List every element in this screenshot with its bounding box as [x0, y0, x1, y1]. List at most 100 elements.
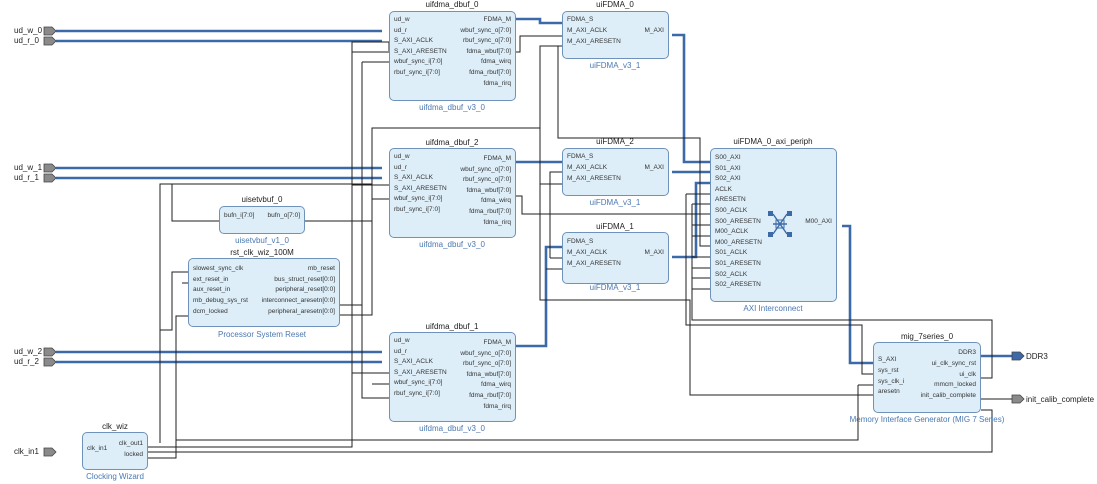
pin-out[interactable]: rbuf_sync_o[7:0]	[463, 37, 511, 45]
pin-in[interactable]: M_AXI_ACLK	[567, 164, 607, 172]
port-init-calib-complete[interactable]: init_calib_complete	[1026, 395, 1094, 405]
port-ud-r-1[interactable]: ud_r_1	[14, 173, 39, 183]
pin-in[interactable]: S00_ACLK	[715, 207, 747, 215]
pin-in[interactable]: slowest_sync_clk	[193, 265, 243, 273]
pin-out[interactable]: FDMA_M	[484, 16, 511, 24]
pin-in[interactable]: M00_ACLK	[715, 228, 748, 236]
pin-in[interactable]: bufn_i[7:0]	[224, 212, 254, 220]
pin-out[interactable]: fdma_wirq	[481, 381, 511, 389]
pin-out[interactable]: wbuf_sync_o[7:0]	[460, 166, 511, 174]
pin-out[interactable]: init_calib_complete	[921, 392, 976, 400]
pin-out[interactable]: ui_clk_sync_rst	[932, 360, 976, 368]
block-fdma1[interactable]: FDMA_S M_AXI_ACLK M_AXI_ARESETN M_AXI	[562, 232, 669, 284]
pin-out[interactable]: fdma_wbuf[7:0]	[467, 48, 511, 56]
pin-in[interactable]: FDMA_S	[567, 238, 593, 246]
pin-in[interactable]: S_AXI_ACLK	[394, 358, 433, 366]
pin-in[interactable]: ud_r	[394, 27, 407, 35]
pin-in[interactable]: S_AXI_ARESETN	[394, 48, 447, 56]
pin-out[interactable]: mmcm_locked	[934, 381, 976, 389]
block-mig[interactable]: S_AXI sys_rst sys_clk_iaresetn DDR3 ui_clk_s…	[873, 342, 981, 413]
pin-in[interactable]: M_AXI_ARESETN	[567, 38, 621, 46]
pin-in[interactable]: aux_reset_in	[193, 286, 230, 294]
pin-in[interactable]: rbuf_sync_i[7:0]	[394, 390, 440, 398]
pin-in[interactable]: clk_in1	[87, 445, 107, 453]
port-ud-w-0[interactable]: ud_w_0	[14, 26, 42, 36]
pin-in[interactable]: S01_ACLK	[715, 249, 747, 257]
pin-out[interactable]: wbuf_sync_o[7:0]	[460, 350, 511, 358]
port-clk-in1[interactable]: clk_in1	[14, 447, 39, 457]
pin-in[interactable]: ud_w	[394, 16, 410, 24]
pin-out[interactable]: rbuf_sync_o[7:0]	[463, 176, 511, 184]
block-dbuf1[interactable]: ud_w ud_r S_AXI_ACLK S_AXI_ARESETN wbuf_sync…	[389, 332, 516, 422]
pin-in[interactable]: M_AXI_ACLK	[567, 249, 607, 257]
pin-in[interactable]: ARESETN	[715, 196, 746, 204]
pin-out[interactable]: rbuf_sync_o[7:0]	[463, 360, 511, 368]
pin-in[interactable]: dcm_locked	[193, 308, 228, 316]
pin-out[interactable]: fdma_rbuf[7:0]	[469, 69, 511, 77]
pin-in[interactable]: S02_AXI	[715, 175, 741, 183]
pin-out[interactable]: fdma_rbuf[7:0]	[469, 392, 511, 400]
pin-out[interactable]: FDMA_M	[484, 155, 511, 163]
pin-in[interactable]: sys_clk_i	[878, 378, 904, 386]
port-ddr3[interactable]: DDR3	[1026, 352, 1048, 362]
pin-out[interactable]: fdma_rirq	[484, 80, 511, 88]
pin-out[interactable]: M_AXI	[644, 249, 664, 257]
pin-out[interactable]: DDR3	[958, 349, 976, 357]
pin-out[interactable]: M00_AXI	[805, 218, 832, 226]
pin-in[interactable]: wbuf_sync_i[7:0]	[394, 379, 442, 387]
pin-out[interactable]: peripheral_reset[0:0]	[275, 286, 335, 294]
pin-in[interactable]: wbuf_sync_i[7:0]	[394, 195, 442, 203]
pin-out[interactable]: fdma_wbuf[7:0]	[467, 371, 511, 379]
pin-in[interactable]: sys_rst	[878, 367, 899, 375]
pin-in[interactable]: S02_ACLK	[715, 271, 747, 279]
pin-in[interactable]: ACLK	[715, 186, 732, 194]
pin-in[interactable]: S01_AXI	[715, 165, 741, 173]
pin-in[interactable]: aresetn	[878, 388, 900, 396]
pin-in[interactable]: ud_r	[394, 348, 407, 356]
pin-in[interactable]: wbuf_sync_i[7:0]	[394, 58, 442, 66]
pin-in[interactable]: M00_ARESETN	[715, 239, 762, 247]
pin-out[interactable]: clk_out1	[119, 440, 143, 448]
pin-in[interactable]: S02_ARESETN	[715, 281, 761, 289]
pin-out[interactable]: M_AXI	[644, 164, 664, 172]
port-ud-r-2[interactable]: ud_r_2	[14, 357, 39, 367]
port-ud-r-0[interactable]: ud_r_0	[14, 36, 39, 46]
pin-out[interactable]: FDMA_M	[484, 339, 511, 347]
pin-out[interactable]: mb_reset	[308, 265, 335, 273]
pin-in[interactable]: ud_w	[394, 153, 410, 161]
pin-in[interactable]: S01_ARESETN	[715, 260, 761, 268]
pin-in[interactable]: FDMA_S	[567, 153, 593, 161]
pin-in[interactable]: ext_reset_in	[193, 276, 228, 284]
pin-in[interactable]: S00_ARESETN	[715, 218, 761, 226]
pin-in[interactable]: S_AXI_ACLK	[394, 174, 433, 182]
pin-out[interactable]: bus_struct_reset[0:0]	[274, 276, 335, 284]
pin-in[interactable]: ud_w	[394, 337, 410, 345]
pin-in[interactable]: rbuf_sync_i[7:0]	[394, 69, 440, 77]
pin-in[interactable]: M_AXI_ACLK	[567, 27, 607, 35]
pin-out[interactable]: peripheral_aresetn[0:0]	[268, 308, 335, 316]
pin-out[interactable]: fdma_rirq	[484, 403, 511, 411]
pin-out[interactable]: wbuf_sync_o[7:0]	[460, 27, 511, 35]
block-dbuf2[interactable]: ud_w ud_r S_AXI_ACLK S_AXI_ARESETN wbuf_sync…	[389, 148, 516, 238]
block-fdma2[interactable]: FDMA_S M_AXI_ACLK M_AXI_ARESETN M_AXI	[562, 148, 669, 196]
port-ud-w-1[interactable]: ud_w_1	[14, 163, 42, 173]
block-setvbuf[interactable]: bufn_i[7:0] bufn_o[7:0]	[219, 206, 305, 234]
pin-out[interactable]: ui_clk	[959, 371, 976, 379]
pin-out[interactable]: locked	[124, 451, 143, 459]
block-dbuf0[interactable]: ud_w ud_r S_AXI_ACLK S_AXI_ARESETN wbuf_sync…	[389, 11, 516, 101]
pin-out[interactable]: M_AXI	[644, 27, 664, 35]
pin-out[interactable]: fdma_wbuf[7:0]	[467, 187, 511, 195]
pin-out[interactable]: fdma_rirq	[484, 219, 511, 227]
pin-out[interactable]: bufn_o[7:0]	[267, 212, 300, 220]
pin-in[interactable]: S_AXI_ARESETN	[394, 369, 447, 377]
pin-in[interactable]: M_AXI_ARESETN	[567, 175, 621, 183]
pin-in[interactable]: S_AXI_ACLK	[394, 37, 433, 45]
pin-in[interactable]: rbuf_sync_i[7:0]	[394, 206, 440, 214]
pin-in[interactable]: S_AXI	[878, 356, 896, 364]
pin-in[interactable]: S_AXI_ARESETN	[394, 185, 447, 193]
pin-out[interactable]: interconnect_aresetn[0:0]	[262, 297, 335, 305]
pin-in[interactable]: mb_debug_sys_rst	[193, 297, 248, 305]
pin-in[interactable]: FDMA_S	[567, 16, 593, 24]
pin-in[interactable]: ud_r	[394, 164, 407, 172]
port-ud-w-2[interactable]: ud_w_2	[14, 347, 42, 357]
